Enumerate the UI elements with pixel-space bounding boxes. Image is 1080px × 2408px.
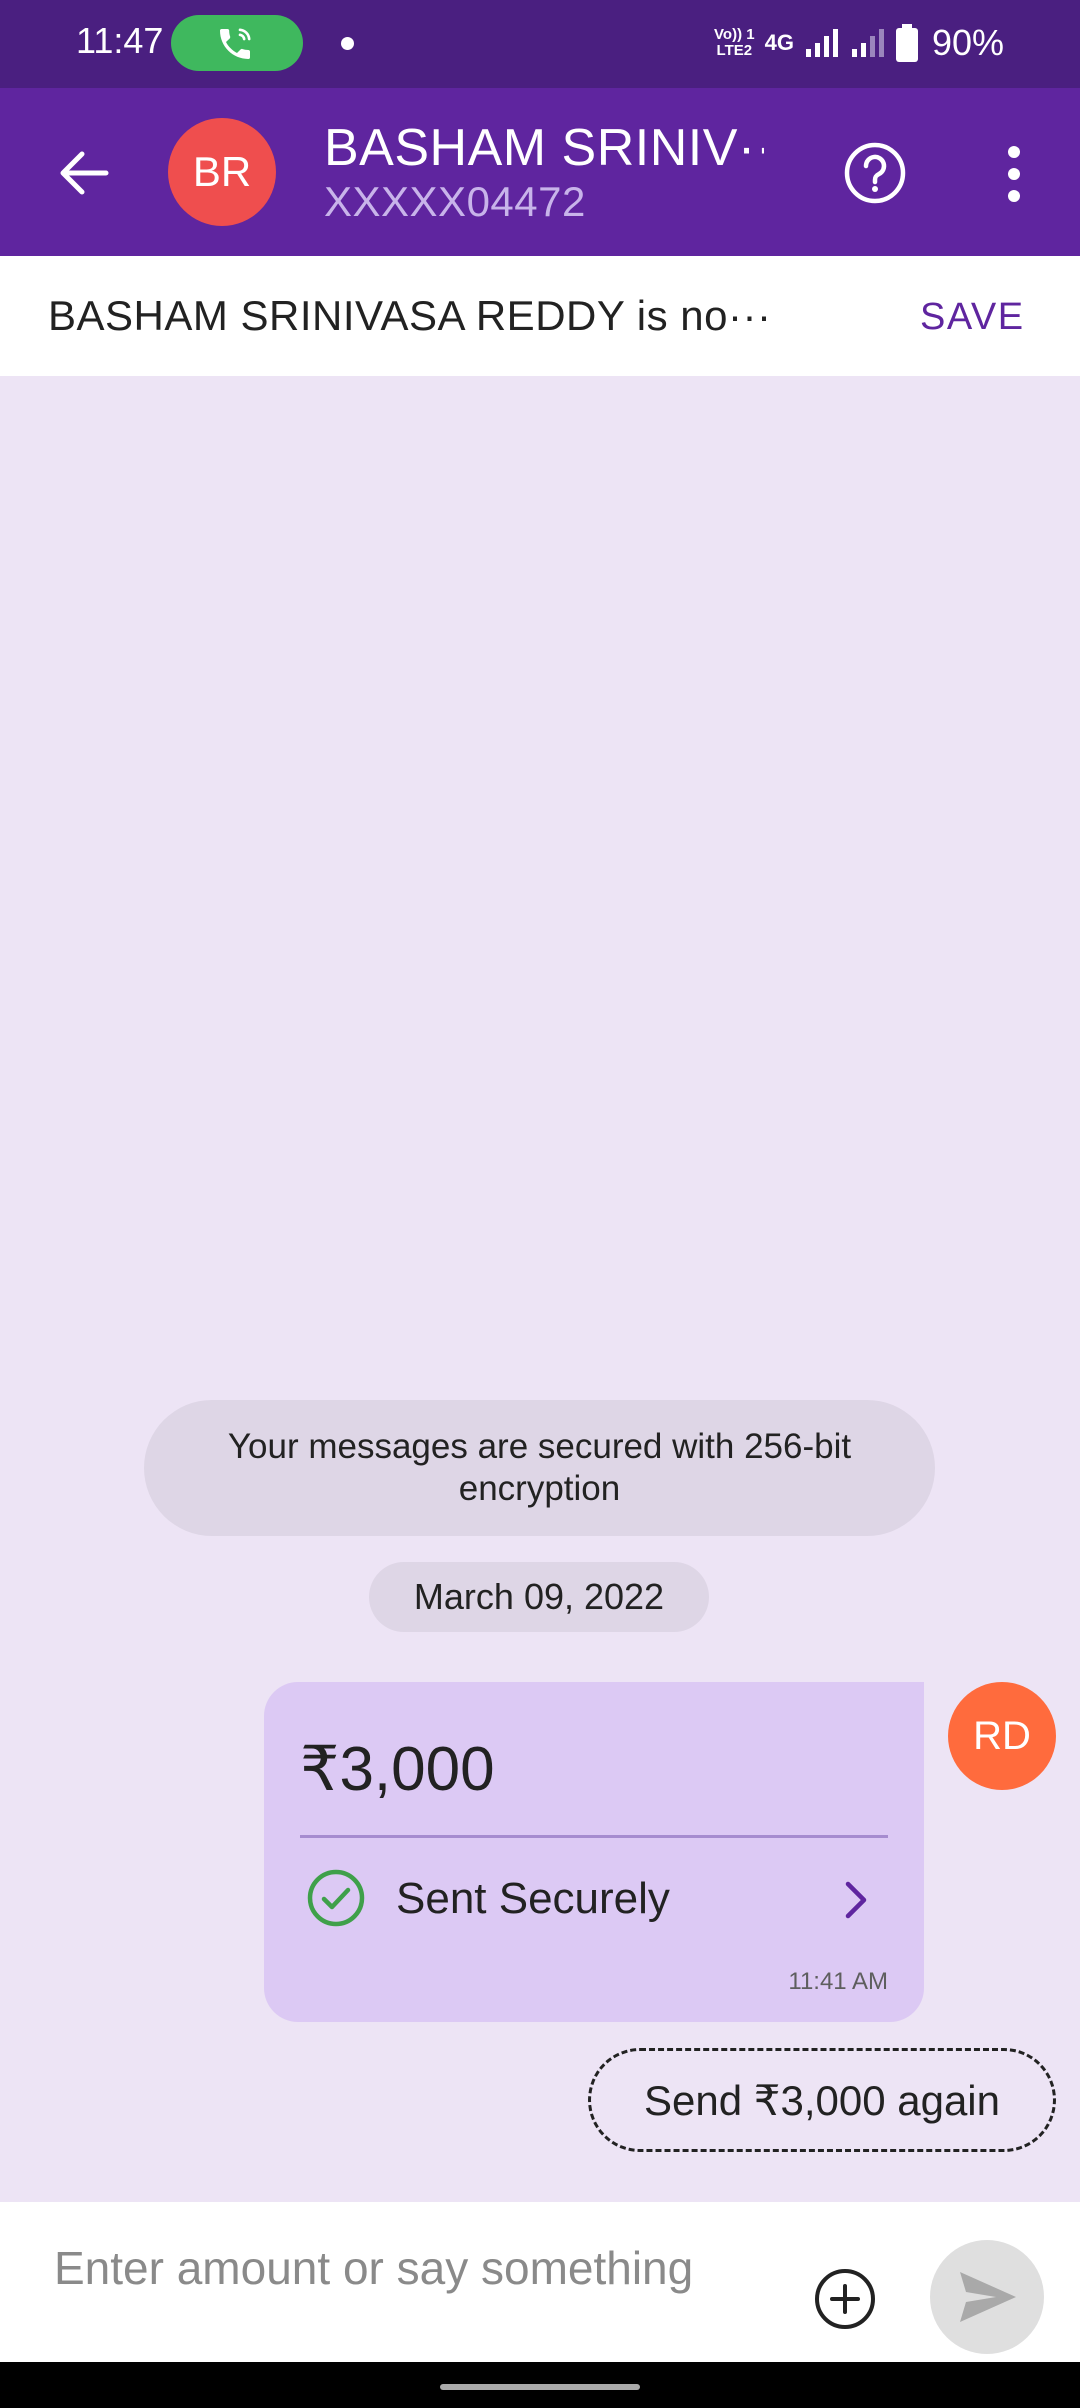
chat-header: BR BASHAM SRINIV··· XXXXX04472 [0, 88, 1080, 256]
date-separator: March 09, 2022 [369, 1562, 709, 1632]
status-bar: 11:47 Vo)) 1 LTE2 4G 90% [0, 0, 1080, 88]
notification-dot [341, 37, 354, 50]
message-timestamp: 11:41 AM [788, 1968, 888, 1995]
signal-strength-weak-icon [851, 29, 884, 57]
volte-indicator: Vo)) 1 LTE2 [714, 26, 755, 59]
more-vert-icon [1008, 146, 1020, 202]
payment-divider [300, 1835, 888, 1838]
message-input-bar: Enter amount or say something [0, 2202, 1080, 2362]
help-icon [844, 142, 906, 204]
send-button[interactable] [930, 2240, 1044, 2354]
payment-status: Sent Securely [396, 1874, 670, 1923]
payment-message-bubble[interactable]: ₹3,000 Sent Securely 11:41 AM [264, 1682, 924, 2022]
save-contact-message: BASHAM SRINIVASA REDDY is no··· [48, 292, 772, 339]
encryption-notice: Your messages are secured with 256-bit e… [144, 1400, 935, 1536]
more-options-button[interactable] [994, 144, 1034, 204]
sender-avatar: RD [948, 1682, 1056, 1790]
battery-icon [895, 24, 918, 62]
status-icons: Vo)) 1 LTE2 4G 90% [714, 18, 1004, 68]
message-input[interactable]: Enter amount or say something [54, 2240, 774, 2340]
add-circle-icon [815, 2269, 875, 2329]
payment-amount: ₹3,000 [300, 1735, 495, 1804]
ongoing-call-indicator[interactable] [171, 15, 303, 71]
back-arrow-icon [60, 151, 109, 195]
add-attachment-button[interactable] [812, 2266, 878, 2332]
network-type: 4G [764, 30, 794, 55]
signal-strength-icon [805, 29, 838, 57]
chevron-right-icon[interactable] [836, 1876, 876, 1924]
home-gesture-handle[interactable] [440, 2384, 640, 2390]
system-navigation-bar [0, 2362, 1080, 2408]
help-button[interactable] [842, 140, 908, 206]
save-contact-button[interactable]: SAVE [920, 296, 1025, 339]
send-icon [960, 2272, 1016, 2322]
battery-percentage: 90% [931, 22, 1004, 63]
contact-number: XXXXX04472 [324, 178, 586, 225]
status-time: 11:47 [76, 20, 164, 61]
contact-name[interactable]: BASHAM SRINIV··· [324, 118, 764, 178]
contact-avatar[interactable]: BR [168, 118, 276, 226]
send-again-button[interactable]: Send ₹3,000 again [588, 2048, 1056, 2152]
phone-call-icon [220, 28, 251, 59]
back-button[interactable] [50, 138, 120, 208]
check-circle-icon [307, 1869, 365, 1927]
save-contact-banner: BASHAM SRINIVASA REDDY is no··· SAVE [0, 256, 1080, 376]
